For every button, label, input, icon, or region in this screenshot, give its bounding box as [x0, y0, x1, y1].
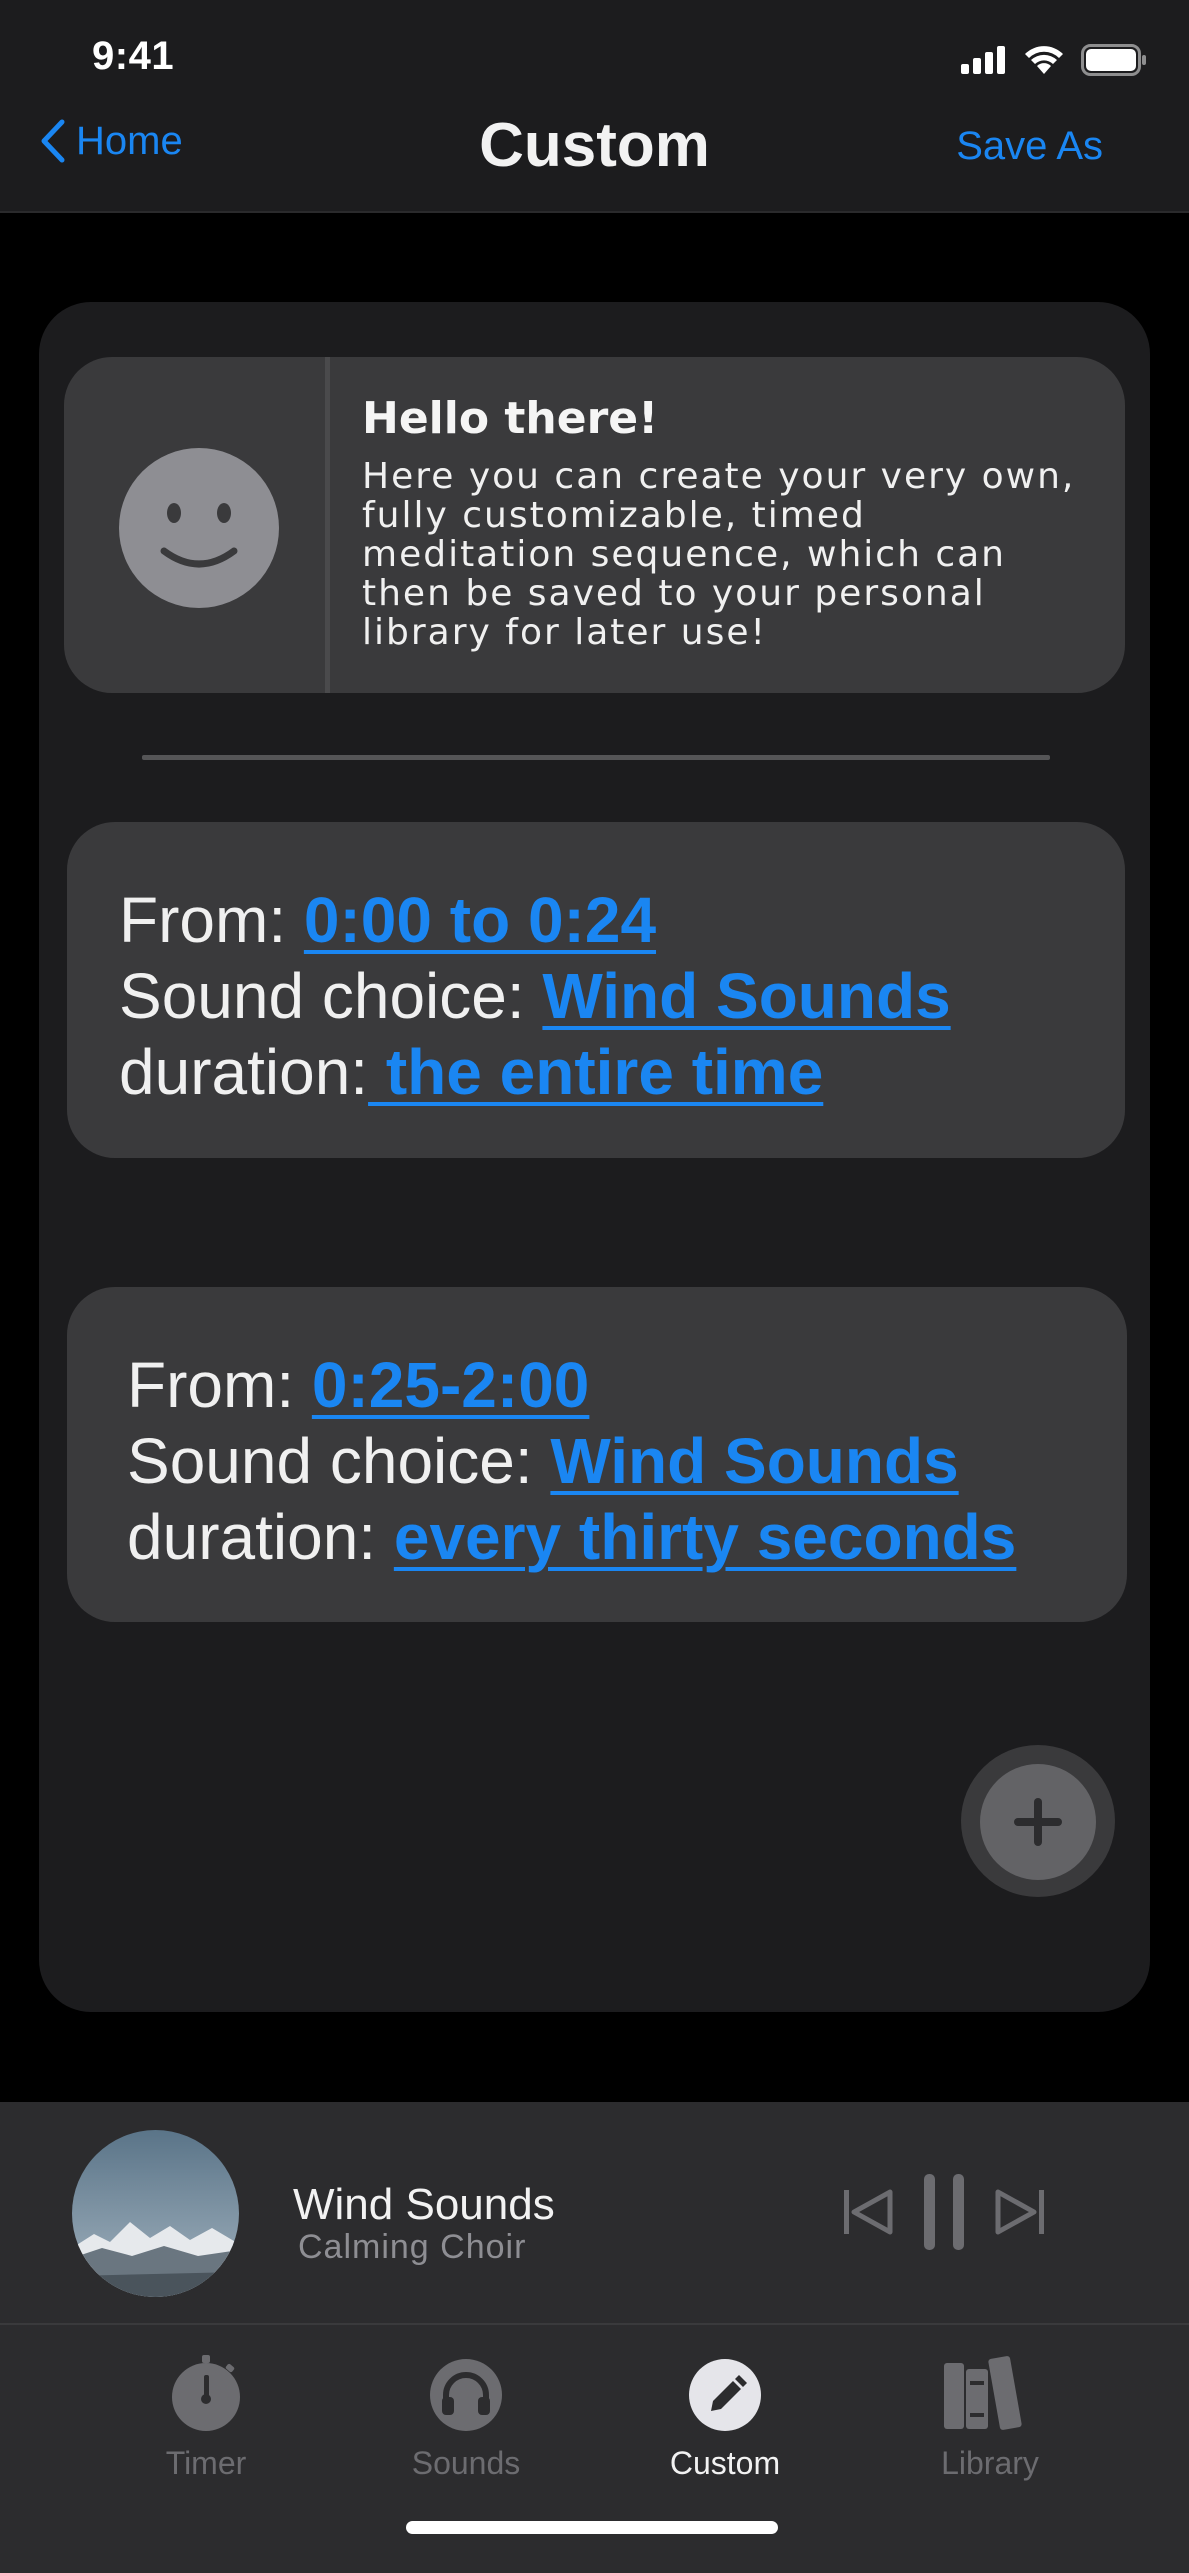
duration-link[interactable]: every thirty seconds [394, 1501, 1017, 1573]
add-segment-button[interactable] [980, 1764, 1096, 1880]
sound-label: Sound choice: [119, 960, 543, 1032]
from-time-link[interactable]: 0:25-2:00 [312, 1349, 590, 1421]
tab-sounds[interactable]: Sounds [376, 2353, 556, 2482]
top-bar: 9:41 Home Custom Save As [0, 0, 1189, 213]
next-track-icon[interactable] [992, 2186, 1048, 2238]
duration-label: duration: [119, 1036, 369, 1108]
now-playing-subtitle: Calming Choir [298, 2228, 527, 2266]
home-indicator [406, 2521, 778, 2534]
intro-card: Hello there! Here you can create your ve… [64, 357, 1125, 693]
sound-choice-link[interactable]: Wind Sounds [550, 1425, 958, 1497]
pause-icon[interactable] [920, 2172, 968, 2252]
segment-sound-row: Sound choice: Wind Sounds [127, 1423, 1127, 1499]
divider [142, 755, 1050, 760]
screen: 9:41 Home Custom Save As Hello there! He… [0, 0, 1189, 2573]
signal-icon [961, 46, 1005, 74]
segment-sound-row: Sound choice: Wind Sounds [119, 958, 1125, 1034]
sound-label: Sound choice: [127, 1425, 551, 1497]
segment-from-row: From: 0:00 to 0:24 [119, 882, 1125, 958]
segment-card[interactable]: From: 0:00 to 0:24 Sound choice: Wind So… [67, 822, 1125, 1158]
headphones-icon [430, 2359, 502, 2431]
tab-custom[interactable]: Custom [635, 2353, 815, 2482]
now-playing-title: Wind Sounds [293, 2180, 555, 2229]
save-as-button[interactable]: Save As [956, 124, 1103, 169]
intro-title: Hello there! [362, 393, 659, 444]
from-label: From: [127, 1349, 312, 1421]
tab-label: Timer [165, 2445, 247, 2481]
previous-track-icon[interactable] [840, 2186, 896, 2238]
tab-library[interactable]: Library [900, 2353, 1080, 2482]
intro-text: Here you can create your very own, fully… [362, 456, 1076, 653]
player-controls [840, 2172, 1048, 2252]
pencil-icon [689, 2359, 761, 2431]
now-playing-bar[interactable]: Wind Sounds Calming Choir [0, 2102, 1189, 2325]
tab-label: Sounds [411, 2445, 521, 2481]
smiley-icon [119, 448, 279, 608]
duration-label: duration: [127, 1501, 394, 1573]
segment-card[interactable]: From: 0:25-2:00 Sound choice: Wind Sound… [67, 1287, 1127, 1622]
from-label: From: [119, 884, 304, 956]
album-artwork [72, 2130, 239, 2297]
books-icon [944, 2356, 1022, 2430]
segment-duration-row: duration: every thirty seconds [127, 1499, 1127, 1575]
intro-avatar-area [64, 357, 330, 693]
tab-timer[interactable]: Timer [116, 2353, 296, 2482]
tab-bar: Timer Sounds Custom Library [0, 2325, 1189, 2573]
tab-label: Custom [669, 2445, 781, 2481]
segment-from-row: From: 0:25-2:00 [127, 1347, 1127, 1423]
tab-label: Library [941, 2445, 1039, 2481]
wifi-icon [1025, 46, 1063, 74]
status-time: 9:41 [92, 34, 175, 78]
mountain-artwork-icon [72, 2130, 239, 2297]
sound-choice-link[interactable]: Wind Sounds [542, 960, 950, 1032]
plus-icon [1014, 1798, 1062, 1846]
battery-icon [1081, 44, 1146, 76]
segment-duration-row: duration: the entire time [119, 1034, 1125, 1110]
status-icons [961, 44, 1147, 76]
duration-link[interactable]: the entire time [368, 1036, 823, 1108]
from-time-link[interactable]: 0:00 to 0:24 [304, 884, 656, 956]
stopwatch-icon [172, 2355, 240, 2431]
